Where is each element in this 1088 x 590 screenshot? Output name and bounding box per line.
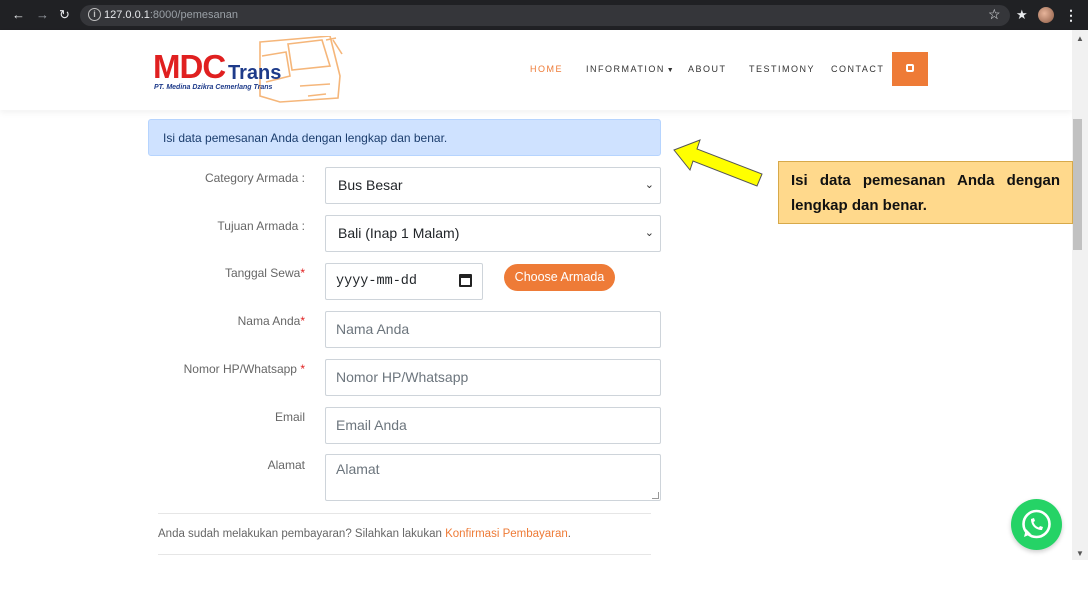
browser-toolbar: ← → ↻ i 127.0.0.1:8000/pemesanan ☆ ★ ⋮ bbox=[0, 0, 1088, 30]
payment-note: Anda sudah melakukan pembayaran? Silahka… bbox=[158, 527, 571, 541]
tanggal-date-input[interactable]: yyyy-mm-dd bbox=[325, 263, 483, 300]
hp-label-text: Nomor HP/Whatsapp bbox=[183, 362, 301, 376]
divider bbox=[158, 513, 651, 514]
category-select[interactable]: Bus Besar ⌄ bbox=[325, 167, 661, 204]
site-logo[interactable]: MDC Trans PT. Medina Dzikra Cemerlang Tr… bbox=[150, 36, 350, 106]
chevron-down-icon: ⌄ bbox=[644, 179, 654, 191]
tanggal-label: Tanggal Sewa* bbox=[145, 266, 305, 281]
nav-information-label: INFORMATION bbox=[586, 64, 665, 74]
address-bar[interactable]: i 127.0.0.1:8000/pemesanan bbox=[80, 5, 1010, 26]
hp-input[interactable]: Nomor HP/Whatsapp bbox=[325, 359, 661, 396]
nav-contact[interactable]: CONTACT bbox=[831, 64, 884, 75]
tanggal-placeholder: yyyy-mm-dd bbox=[336, 274, 418, 289]
back-icon[interactable]: ← bbox=[12, 7, 25, 23]
site-header: MDC Trans PT. Medina Dzikra Cemerlang Tr… bbox=[0, 30, 1072, 110]
email-label: Email bbox=[274, 410, 305, 424]
scroll-up-icon[interactable]: ▲ bbox=[1076, 34, 1084, 43]
page-scrollbar[interactable]: ▲ ▼ bbox=[1072, 30, 1088, 560]
booking-button[interactable] bbox=[892, 52, 928, 86]
nav-testimony[interactable]: TESTIMONY bbox=[749, 64, 815, 75]
nav-information[interactable]: INFORMATION ▼ bbox=[586, 64, 674, 76]
calendar-icon[interactable] bbox=[459, 274, 472, 287]
required-mark: * bbox=[300, 314, 305, 328]
bookmark-star-icon[interactable]: ☆ bbox=[988, 6, 1001, 23]
hp-label: Nomor HP/Whatsapp * bbox=[145, 362, 305, 377]
required-mark: * bbox=[300, 362, 305, 376]
whatsapp-icon bbox=[1022, 509, 1051, 539]
alamat-textarea[interactable]: Alamat bbox=[325, 454, 661, 501]
info-alert: Isi data pemesanan Anda dengan lengkap d… bbox=[148, 119, 661, 156]
nav-about[interactable]: ABOUT bbox=[688, 64, 727, 75]
chevron-down-icon: ⌄ bbox=[644, 227, 654, 239]
konfirmasi-pembayaran-link[interactable]: Konfirmasi Pembayaran bbox=[445, 528, 568, 540]
scroll-down-icon[interactable]: ▼ bbox=[1076, 549, 1084, 558]
whatsapp-button[interactable] bbox=[1011, 499, 1062, 550]
caret-down-icon: ▼ bbox=[664, 67, 674, 74]
reload-icon[interactable]: ↻ bbox=[59, 7, 70, 23]
alamat-placeholder: Alamat bbox=[336, 461, 380, 477]
tujuan-label: Tujuan Armada : bbox=[217, 219, 305, 233]
tujuan-select[interactable]: Bali (Inap 1 Malam) ⌄ bbox=[325, 215, 661, 252]
logo-mdc-text: MDC bbox=[153, 48, 226, 85]
payment-note-end: . bbox=[567, 528, 571, 540]
alamat-label: Alamat bbox=[267, 458, 305, 472]
category-selected-value: Bus Besar bbox=[338, 177, 403, 193]
resize-grip-icon[interactable] bbox=[652, 492, 659, 499]
site-info-icon[interactable]: i bbox=[88, 8, 101, 21]
menu-dots-icon[interactable]: ⋮ bbox=[1064, 7, 1078, 24]
category-label: Category Armada : bbox=[204, 171, 305, 185]
logo-tagline: PT. Medina Dzikra Cemerlang Trans bbox=[154, 84, 273, 91]
tanggal-label-text: Tanggal Sewa bbox=[224, 266, 301, 280]
nama-label-text: Nama Anda bbox=[237, 314, 301, 328]
email-input[interactable]: Email Anda bbox=[325, 407, 661, 444]
divider bbox=[158, 554, 651, 555]
nav-home[interactable]: HOME bbox=[530, 64, 563, 75]
profile-avatar[interactable] bbox=[1038, 7, 1054, 23]
annotation-line-2: lengkap dan benar. bbox=[791, 197, 927, 214]
annotation-line-1: Isi data pemesanan Anda dengan bbox=[791, 172, 1060, 189]
choose-armada-button[interactable]: Choose Armada bbox=[504, 264, 615, 291]
bus-icon bbox=[906, 64, 914, 72]
forward-icon[interactable]: → bbox=[36, 7, 49, 23]
logo-trans-text: Trans bbox=[228, 62, 282, 84]
annotation-callout: Isi data pemesanan Anda dengan lengkap d… bbox=[778, 161, 1073, 224]
url-host: 127.0.0.1 bbox=[104, 9, 150, 21]
scrollbar-thumb[interactable] bbox=[1073, 119, 1082, 250]
annotation-arrow-icon bbox=[673, 139, 763, 187]
required-mark: * bbox=[300, 266, 305, 280]
tujuan-selected-value: Bali (Inap 1 Malam) bbox=[338, 225, 460, 241]
url-path: :8000/pemesanan bbox=[149, 9, 238, 21]
payment-note-text: Anda sudah melakukan pembayaran? Silahka… bbox=[158, 528, 446, 540]
nama-label: Nama Anda* bbox=[145, 314, 305, 329]
extensions-icon[interactable]: ★ bbox=[1016, 7, 1028, 23]
address-url: 127.0.0.1:8000/pemesanan bbox=[104, 9, 238, 22]
nama-input[interactable]: Nama Anda bbox=[325, 311, 661, 348]
